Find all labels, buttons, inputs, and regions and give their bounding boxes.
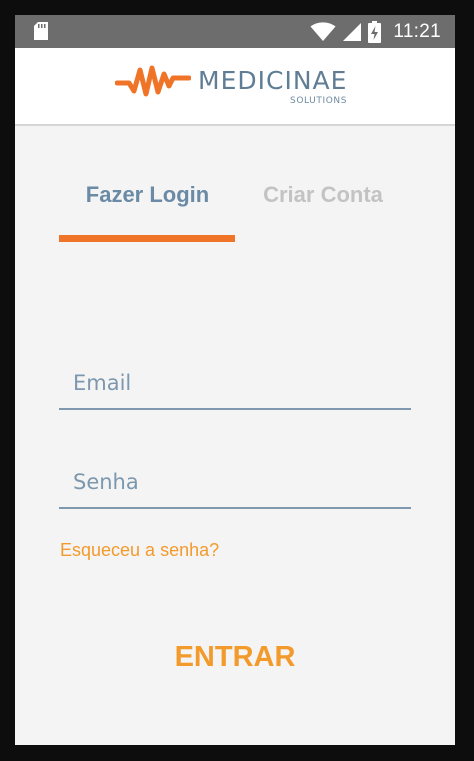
email-field <box>59 348 413 410</box>
battery-charging-icon <box>368 20 382 43</box>
status-time: 11:21 <box>393 20 441 42</box>
active-tab-indicator <box>59 235 235 242</box>
pulse-wave-icon <box>115 65 191 97</box>
status-icons: 11:21 <box>310 15 441 48</box>
password-field <box>59 447 413 509</box>
login-button[interactable]: ENTRAR <box>135 633 335 681</box>
app-screen: 11:21 MEDICINAE SOLUTIONS Fazer Login Cr… <box>15 15 455 745</box>
logo-name: MEDICINAE <box>198 66 348 95</box>
sd-card-icon <box>34 22 48 40</box>
password-input[interactable] <box>59 463 413 501</box>
tab-create-account[interactable]: Criar Conta <box>247 182 399 208</box>
cell-signal-icon <box>343 22 362 41</box>
status-bar: 11:21 <box>15 15 455 48</box>
wifi-icon <box>310 21 336 41</box>
app-header: MEDICINAE SOLUTIONS <box>15 48 455 126</box>
forgot-password-link[interactable]: Esqueceu a senha? <box>60 540 219 561</box>
tab-login[interactable]: Fazer Login <box>60 182 235 208</box>
email-input[interactable] <box>59 364 413 402</box>
logo-subtitle: SOLUTIONS <box>290 96 348 106</box>
